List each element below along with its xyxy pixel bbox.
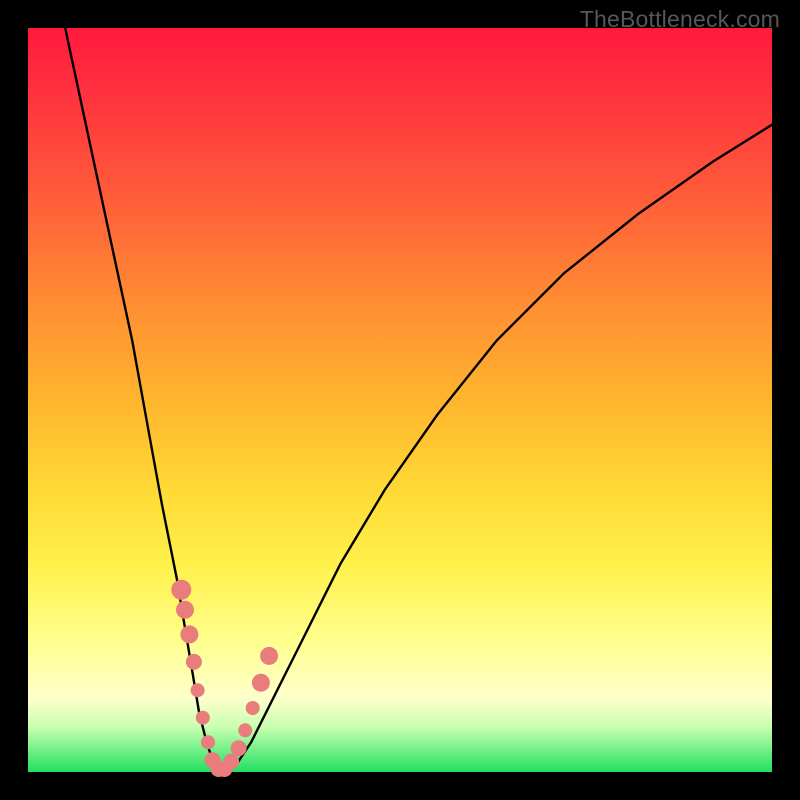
highlight-dot [196, 711, 210, 725]
highlight-dot [191, 683, 205, 697]
plot-area [28, 28, 772, 772]
highlight-dot [201, 735, 215, 749]
highlight-dot [252, 674, 270, 692]
highlight-dot [176, 601, 194, 619]
highlight-dots [171, 580, 278, 777]
highlight-dot [238, 723, 252, 737]
curve-layer [28, 28, 772, 772]
highlight-dot [260, 647, 278, 665]
highlight-dot [246, 701, 260, 715]
chart-frame: TheBottleneck.com [0, 0, 800, 800]
highlight-dot [180, 625, 198, 643]
highlight-dot [171, 580, 191, 600]
highlight-dot [186, 654, 202, 670]
bottleneck-curve [65, 28, 772, 772]
highlight-dot [223, 754, 239, 770]
highlight-dot [231, 740, 247, 756]
